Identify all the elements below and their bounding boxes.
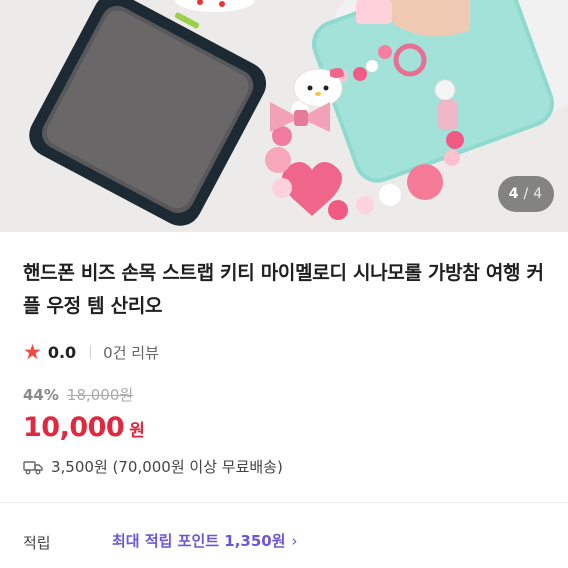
chevron-right-icon: › — [291, 531, 298, 550]
image-counter-current: 4 — [508, 186, 520, 202]
image-counter: 4 / 4 — [498, 176, 554, 212]
sale-price-unit: 원 — [129, 421, 145, 441]
rating-row[interactable]: ★ 0.0 0건 리뷰 — [23, 340, 159, 364]
review-count-link[interactable]: 0건 리뷰 — [103, 342, 159, 363]
discount-percent: 44% — [23, 385, 59, 404]
image-counter-separator: / — [523, 186, 530, 202]
shipping-text: 3,500원 (70,000원 이상 무료배송) — [51, 458, 283, 476]
shipping-info: 3,500원 (70,000원 이상 무료배송) — [23, 456, 283, 477]
max-points-text: 최대 적립 포인트 1,350원 — [112, 532, 286, 550]
sale-price-amount: 10,000 — [23, 412, 125, 443]
section-divider — [0, 502, 568, 503]
sale-price: 10,000 원 — [23, 412, 145, 443]
truck-icon — [23, 460, 43, 474]
product-photo — [0, 0, 568, 232]
rating-score: 0.0 — [47, 342, 77, 362]
discount-row: 44% 18,000원 — [23, 384, 133, 405]
points-label: 적립 — [23, 534, 51, 552]
rating-divider — [90, 345, 92, 359]
star-icon: ★ — [23, 339, 42, 364]
max-points-link[interactable]: 최대 적립 포인트 1,350원 › — [112, 530, 298, 551]
original-price: 18,000원 — [66, 386, 134, 404]
product-image-gallery[interactable]: 4 / 4 — [0, 0, 568, 232]
image-counter-total: 4 — [533, 186, 544, 202]
product-title: 핸드폰 비즈 손목 스트랩 키티 마이멜로디 시나모롤 가방참 여행 커플 우정… — [23, 262, 544, 317]
